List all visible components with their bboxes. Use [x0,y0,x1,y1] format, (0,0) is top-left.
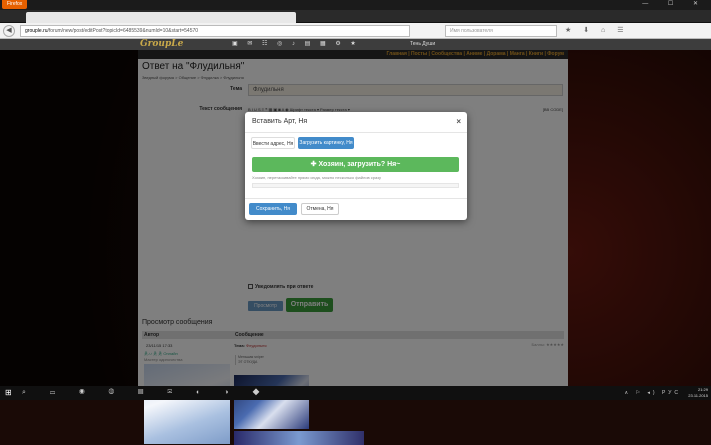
cancel-button[interactable]: Отмена, Ня [301,203,339,215]
insert-art-modal: Вставить Арт, Ня × Ввести адрес, Ня Загр… [245,112,467,220]
divider [245,198,467,199]
site-logo[interactable]: GroupLe [140,39,183,50]
upload-button[interactable]: ✚ Хозяин, загрузить? Ня~ [252,157,459,172]
window-controls[interactable]: — ☐ ✕ [642,0,707,9]
search-input[interactable]: Имя пользователя [445,25,557,37]
close-icon[interactable]: × [456,117,461,126]
taskbar-app-icons[interactable]: ⌕ ▭ ◉ ◍ ▤ ✉ ◐ ◑ ◆ [22,388,270,398]
browser-toolbar-icons[interactable]: ★ ⬇ ⌂ ☰ [565,26,628,34]
start-icon[interactable]: ⊞ [5,388,15,398]
url-path: /forum/new/post/editPost?topicId=6485539… [47,28,199,34]
browser-title-bar: Firefox — ☐ ✕ [0,0,711,10]
divider [245,132,467,133]
modal-title: Вставить Арт, Ня [252,118,308,125]
browser-tab-bar [0,10,711,23]
upload-progress-bar [252,183,459,188]
site-header: GroupLe ▣ ✉ ☷ ◎ ♪ ▤ ▦ ⚙ ★ Тень Души [0,39,711,50]
post-image-2[interactable] [234,431,364,445]
tab-url[interactable]: Ввести адрес, Ня [251,137,295,149]
site-header-icons[interactable]: ▣ ✉ ☷ ◎ ♪ ▤ ▦ ⚙ ★ [232,40,360,49]
system-tray[interactable]: ∧ ⚐ ◂) РУС [625,388,682,398]
browser-nav-bar: ◀ grouple.ru/forum/new/post/editPost?top… [0,23,711,39]
tab-upload[interactable]: Загрузить картинку, Ня [298,137,354,149]
save-button[interactable]: Сохранить, Ня [249,203,297,215]
user-name[interactable]: Тень Души [410,39,435,50]
clock[interactable]: 21:29 23.11.2015 [688,387,708,399]
browser-tab[interactable] [26,12,296,23]
firefox-menu-button[interactable]: Firefox [2,0,28,9]
clock-date: 23.11.2015 [688,393,708,398]
url-bar[interactable]: grouple.ru/forum/new/post/editPost?topic… [20,25,410,37]
taskbar: ⊞ ⌕ ▭ ◉ ◍ ▤ ✉ ◐ ◑ ◆ ∧ ⚐ ◂) РУС 21:29 23.1… [0,386,711,400]
upload-hint: Хозяин, перетаскивайте прямо сюда, можно… [252,175,381,180]
back-icon[interactable]: ◀ [3,25,15,37]
url-host: grouple.ru [25,28,48,34]
